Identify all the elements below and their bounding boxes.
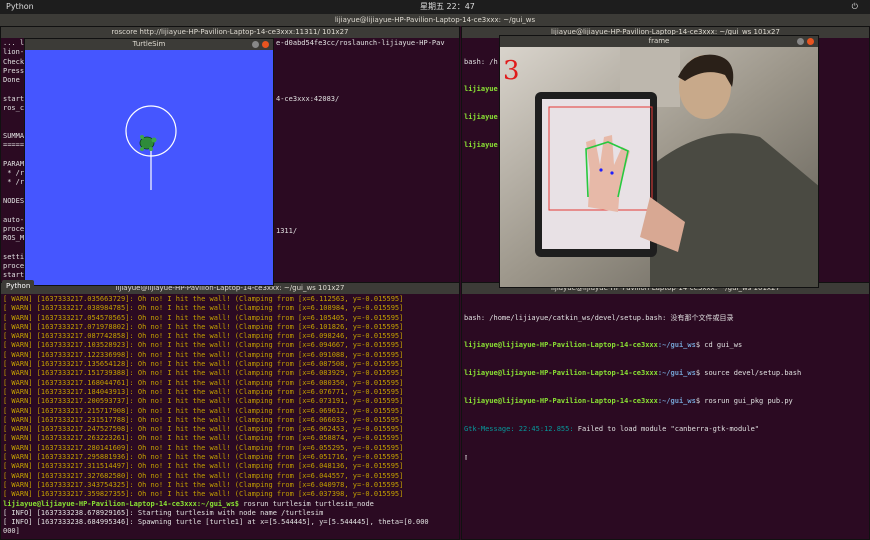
info-line: 000] [3, 527, 20, 536]
clock[interactable]: 星期五 22：47 [420, 0, 475, 14]
warn-line: [ WARN] [1637333217.231517788]: Oh no! I… [3, 415, 404, 424]
warn-line: [ WARN] [1637333217.184043913]: Oh no! I… [3, 387, 404, 396]
warn-line: [ WARN] [1637333217.103528923]: Oh no! I… [3, 341, 404, 350]
warn-line: [ WARN] [1637333217.054570565]: Oh no! I… [3, 313, 404, 322]
warn-line: [ WARN] [1637333217.087742858]: Oh no! I… [3, 332, 404, 341]
app-menu[interactable]: Python [6, 0, 34, 14]
warn-line: [ WARN] [1637333217.311514497]: Oh no! I… [3, 462, 404, 471]
minimize-icon[interactable] [797, 38, 804, 45]
terminal-gui-pkg[interactable]: lijiayue@lijiayue-HP-Pavilion-Laptop-14-… [461, 282, 870, 540]
cursor: ▯ [464, 453, 469, 462]
info-line: [ INFO] [1637333238.678929165]: Starting… [3, 508, 324, 517]
power-icon[interactable]: ⏻ [852, 2, 864, 11]
warn-line: [ WARN] [1637333217.327682580]: Oh no! I… [3, 471, 404, 480]
turtle-canvas [125, 105, 177, 190]
warn-line: [ WARN] [1637333217.071978802]: Oh no! I… [3, 322, 404, 331]
warn-line: [ WARN] [1637333217.215717908]: Oh no! I… [3, 406, 404, 415]
warn-line: [ WARN] [1637333217.200593737]: Oh no! I… [3, 397, 404, 406]
warn-line: [ WARN] [1637333217.247527598]: Oh no! I… [3, 425, 404, 434]
camera-feed: 3 [500, 47, 818, 287]
warn-line: [ WARN] [1637333217.122336998]: Oh no! I… [3, 350, 404, 359]
warn-line: [ WARN] [1637333217.359827355]: Oh no! I… [3, 490, 404, 499]
frame-titlebar[interactable]: frame [500, 36, 818, 47]
turtlesim-window[interactable]: TurtleSim [24, 38, 274, 286]
terminal-gui-pkg-body: bash: /home/lijiayue/catkin_ws/devel/set… [462, 294, 869, 482]
warn-line: [ WARN] [1637333217.343754325]: Oh no! I… [3, 480, 404, 489]
python-tooltip: Python [2, 280, 35, 292]
close-icon[interactable] [807, 38, 814, 45]
command: rosrun turtlesim turtlesim_node [239, 499, 374, 508]
minimize-icon[interactable] [252, 41, 259, 48]
warn-line: [ WARN] [1637333217.295881936]: Oh no! I… [3, 453, 404, 462]
turtle-icon [139, 135, 157, 151]
bash-error-line: bash: /home/lijiayue/catkin_ws/devel/set… [464, 313, 734, 322]
roscore-frag-3: 1311/ [276, 227, 298, 235]
warn-line: [ WARN] [1637333217.035663729]: Oh no! I… [3, 295, 404, 303]
prompt: lijiayue@lijiayue-HP-Pavilion-Laptop-14-… [3, 499, 240, 508]
roscore-frag-2: 4-ce3xxx:42083/ [276, 95, 340, 103]
warn-line: [ WARN] [1637333217.263223261]: Oh no! I… [3, 434, 404, 443]
frame-window[interactable]: frame 3 [499, 35, 819, 288]
warn-line: [ WARN] [1637333217.038984785]: Oh no! I… [3, 304, 404, 313]
warn-line: [ WARN] [1637333217.151739388]: Oh no! I… [3, 369, 404, 378]
landmark-point [599, 168, 603, 172]
warn-line: [ WARN] [1637333217.135654128]: Oh no! I… [3, 360, 404, 369]
system-tray[interactable]: ⏻ [852, 0, 864, 14]
frame-title: frame [648, 37, 670, 45]
terminal-turtlesim-body: [ WARN] [1637333217.035663729]: Oh no! I… [1, 294, 459, 538]
warn-line: [ WARN] [1637333217.168044761]: Oh no! I… [3, 378, 404, 387]
roscore-frag-1: e-d0abd54fe3cc/roslaunch-lijiayue-HP-Pav [276, 39, 445, 47]
top-bar: Python 星期五 22：47 ⏻ [0, 0, 870, 14]
landmark-point [610, 171, 614, 175]
warn-line: [ WARN] [1637333217.280141609]: Oh no! I… [3, 443, 404, 452]
terminal-roscore-title: roscore http://lijiayue-HP-Pavilion-Lapt… [1, 27, 459, 38]
terminal-turtlesim[interactable]: lijiayue@lijiayue-HP-Pavilion-Laptop-14-… [0, 282, 460, 540]
finger-count: 3 [503, 56, 520, 86]
close-icon[interactable] [262, 41, 269, 48]
main-title-bar: lijiayue@lijiayue-HP-Pavilion-Laptop-14-… [0, 14, 870, 26]
info-line: [ INFO] [1637333238.684995346]: Spawning… [3, 518, 429, 527]
turtlesim-titlebar[interactable]: TurtleSim [25, 39, 273, 50]
turtlesim-title: TurtleSim [132, 40, 166, 48]
